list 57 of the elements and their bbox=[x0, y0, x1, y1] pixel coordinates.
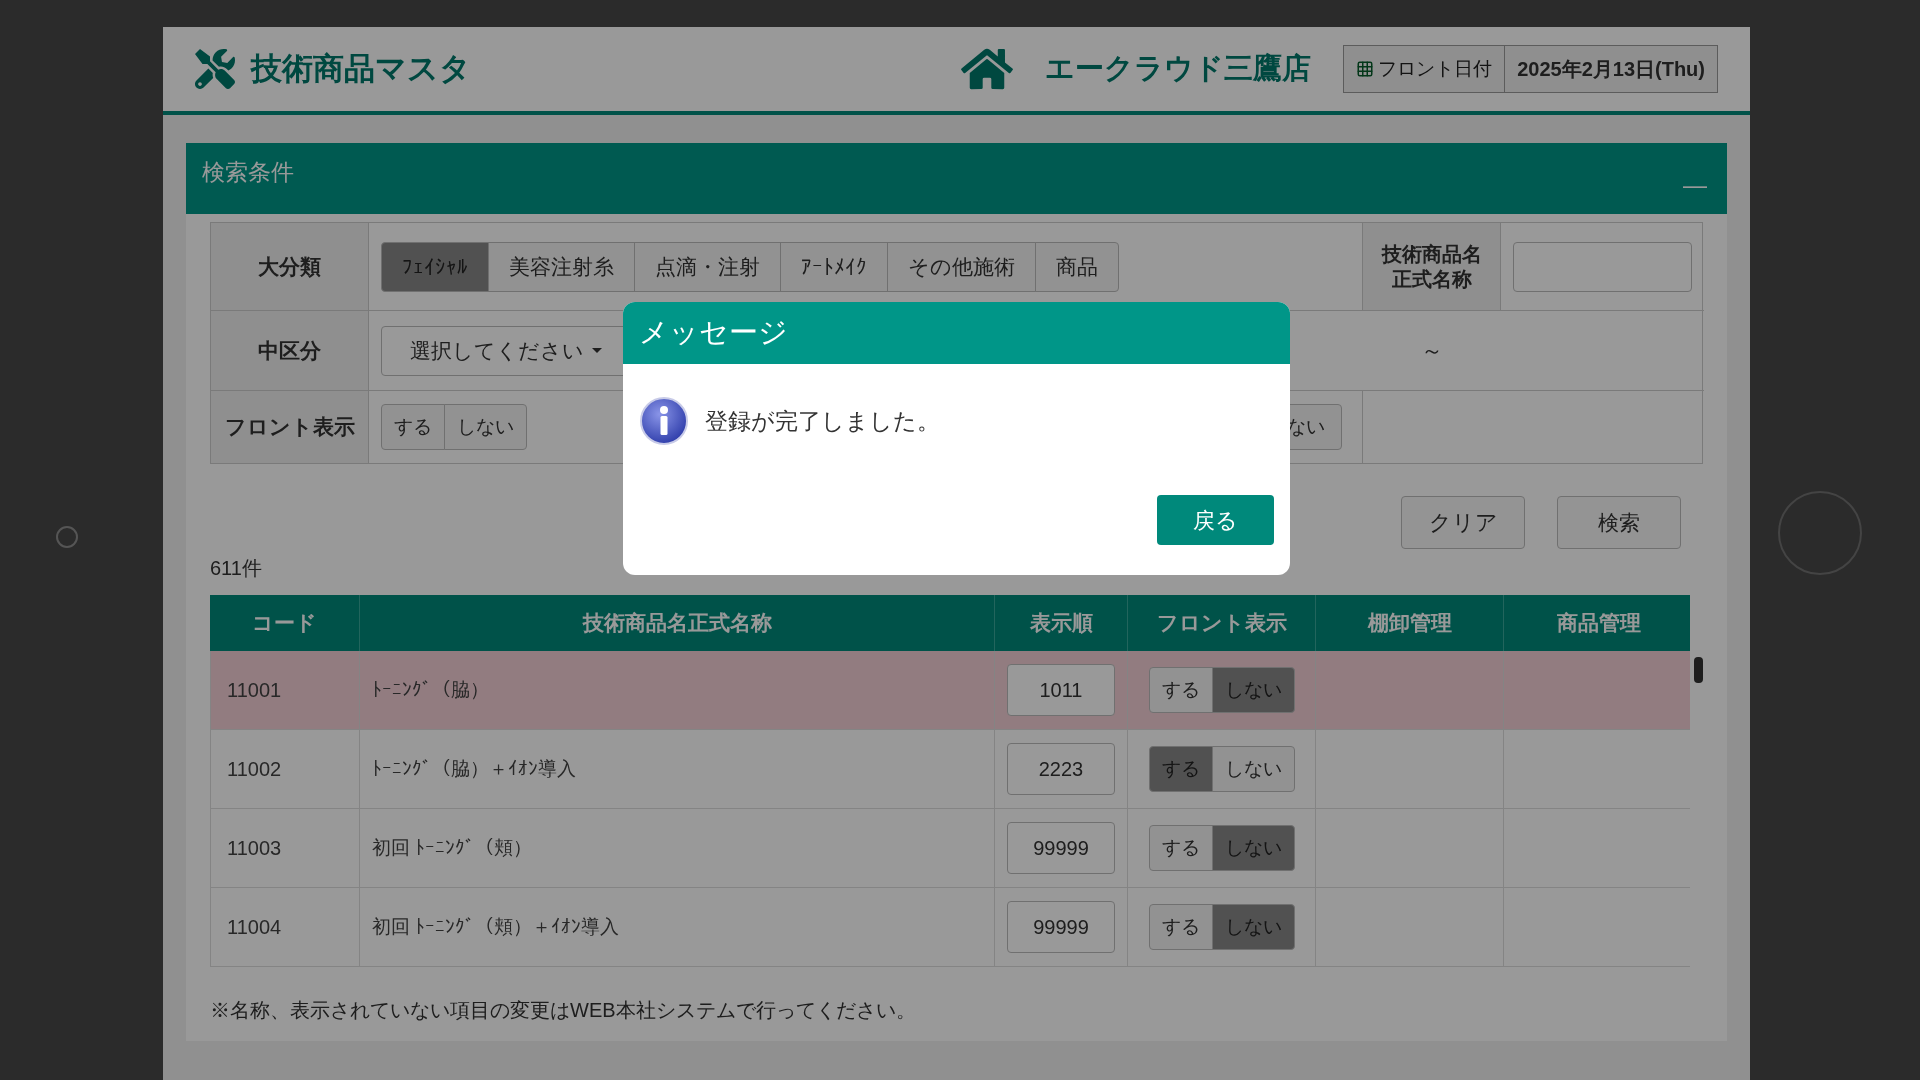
grid-icon bbox=[1356, 60, 1375, 78]
code-cell: 11001 bbox=[210, 651, 360, 730]
toggle-option[interactable]: 商品 bbox=[1035, 241, 1119, 292]
info-icon bbox=[639, 396, 689, 446]
code-cell: 11003 bbox=[210, 809, 360, 888]
column-header: 表示順 bbox=[995, 595, 1128, 651]
toggle-option[interactable]: する bbox=[1148, 667, 1213, 713]
label-text: 技術商品名 bbox=[1381, 241, 1482, 267]
footer-note: ※名称、表示されていない項目の変更はWEB本社システムで行ってください。 bbox=[210, 998, 917, 1023]
column-header: 商品管理 bbox=[1504, 595, 1691, 651]
name-cell: ﾄｰﾆﾝｸﾞ（脇） bbox=[360, 651, 995, 730]
scrollbar-thumb[interactable] bbox=[1694, 657, 1703, 683]
name-cell: ﾄｰﾆﾝｸﾞ（脇）＋ｲｵﾝ導入 bbox=[360, 730, 995, 809]
label-cell: 中区分 bbox=[211, 311, 369, 391]
tools-icon bbox=[195, 49, 235, 89]
column-header: 技術商品名正式名称 bbox=[360, 595, 995, 651]
home-button-icon bbox=[1778, 491, 1862, 575]
front-date: 2025年2月13日(Thu) bbox=[1516, 57, 1706, 82]
camera-icon bbox=[55, 526, 78, 548]
page-title: 技術商品マスタ bbox=[251, 49, 471, 88]
caret-icon bbox=[592, 348, 602, 353]
search-button[interactable]: 検索 bbox=[1557, 496, 1681, 549]
collapse-button[interactable]: — bbox=[1683, 167, 1707, 203]
toggle-option[interactable]: ｱｰﾄﾒｲｸ bbox=[780, 241, 888, 292]
toggle-option[interactable]: 点滴・注射 bbox=[634, 241, 781, 292]
toggle-option[interactable]: 美容注射糸 bbox=[488, 241, 635, 292]
order-input[interactable]: 99999 bbox=[1007, 901, 1115, 953]
date-label: フロント日付 bbox=[1378, 56, 1493, 81]
toggle-option[interactable]: しない bbox=[444, 404, 527, 450]
dialog-title: メッセージ bbox=[639, 315, 788, 351]
column-header: コード bbox=[210, 595, 360, 651]
toggle-option[interactable]: する bbox=[1148, 825, 1213, 871]
code-cell: 11002 bbox=[210, 730, 360, 809]
column-header: フロント表示 bbox=[1128, 595, 1316, 651]
toggle-option[interactable]: する bbox=[381, 404, 445, 450]
order-input[interactable]: 1011 bbox=[1007, 664, 1115, 716]
order-input[interactable]: 2223 bbox=[1007, 743, 1115, 795]
name-input[interactable] bbox=[1513, 241, 1692, 292]
range-separator: ～ bbox=[1421, 337, 1443, 365]
label-cell: フロント表示 bbox=[211, 391, 369, 463]
panel-title: 検索条件 bbox=[202, 158, 294, 187]
toggle-option[interactable]: する bbox=[1148, 904, 1213, 950]
back-button[interactable]: 戻る bbox=[1157, 495, 1274, 545]
toggle-option[interactable]: しない bbox=[1211, 746, 1295, 792]
code-cell: 11004 bbox=[210, 888, 360, 967]
name-cell: 初回 ﾄｰﾆﾝｸﾞ（頬）＋ｲｵﾝ導入 bbox=[360, 888, 995, 967]
column-header: 棚卸管理 bbox=[1316, 595, 1504, 651]
home-icon[interactable] bbox=[961, 46, 1014, 92]
result-count: 611件 bbox=[210, 556, 263, 581]
name-cell: 初回 ﾄｰﾆﾝｸﾞ（頬） bbox=[360, 809, 995, 888]
clear-button[interactable]: クリア bbox=[1401, 496, 1525, 549]
label-cell: 大分類 bbox=[211, 223, 369, 311]
label-text: 正式名称 bbox=[1391, 266, 1472, 292]
store-name: エークラウド三鷹店 bbox=[1045, 51, 1312, 87]
dialog-message: 登録が完了しました。 bbox=[705, 406, 940, 436]
order-input[interactable]: 99999 bbox=[1007, 822, 1115, 874]
toggle-option[interactable]: その他施術 bbox=[887, 241, 1036, 292]
